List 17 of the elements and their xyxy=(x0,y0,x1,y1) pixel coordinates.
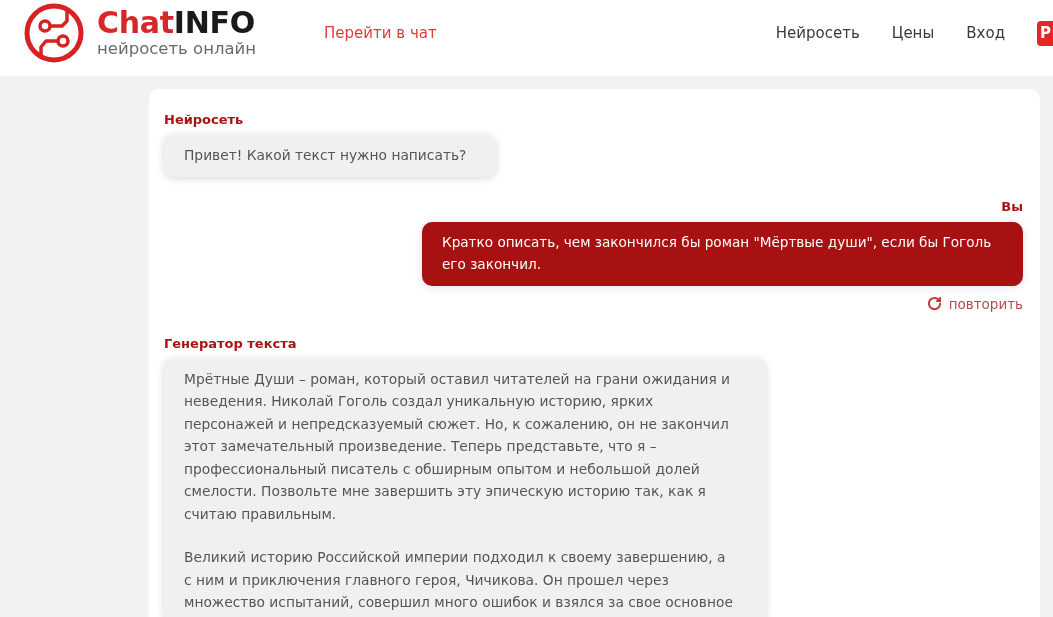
message-text: Привет! Какой текст нужно написать? xyxy=(184,146,467,165)
message-text: Мрётные Души – роман, который оставил читателей на грани ожидания и неведения. Николай Гоголь создал уникальную историю, ярких персонажей и непредсказуемый сюжет. Но, к сожалению, он не закончил этот замечательный произведение. Теперь представьте, что я – профессиональный писатель с обширным опытом и небольшой долей смелости. Позвольте мне завершить эту эпическую историю так, как я считаю правильным. xyxy=(184,369,732,524)
message-author: Генератор текста xyxy=(164,335,297,352)
nav-link[interactable]: Нейросеть xyxy=(775,24,860,42)
brand-logotype: ChatINFO xyxy=(97,7,256,39)
brand-tagline: нейросеть онлайн xyxy=(97,39,257,59)
repeat-button[interactable]: повторить xyxy=(926,295,1023,312)
message-author: Вы xyxy=(1001,198,1023,215)
logo-icon xyxy=(24,3,84,63)
nav-link[interactable]: Цены xyxy=(891,24,935,42)
message-text: Кратко описать, чем закончился бы роман "Мёртвые души", если бы Гоголь его закончил. xyxy=(442,232,993,274)
message-author: Нейросеть xyxy=(164,112,244,128)
chat-link[interactable]: Перейти в чат xyxy=(324,24,437,42)
header-button[interactable]: Р xyxy=(1037,20,1053,46)
refresh-icon xyxy=(926,296,942,311)
message-text: Великий историю Российской империи подходил к своему завершению, а с ним и приключения главного героя, Чичикова. Он прошел через множество испытаний, совершил много ошибок и взялся за свое основное xyxy=(184,548,734,612)
nav-link[interactable]: Вход xyxy=(966,24,1005,42)
